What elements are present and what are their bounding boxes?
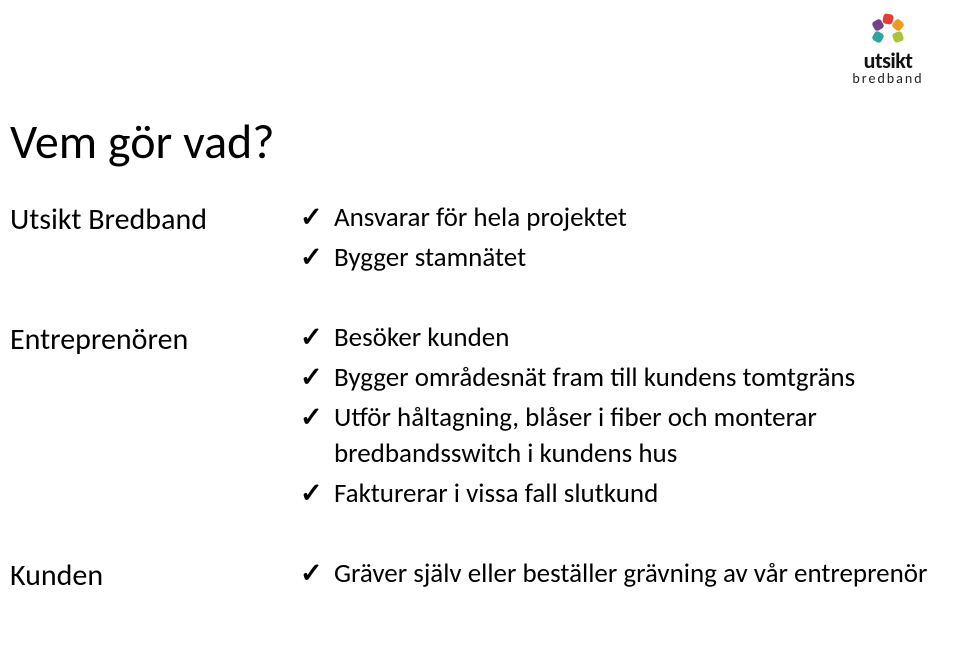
section-label: Utsikt Bredband [10, 200, 300, 240]
item-text: Bygger områdesnät fram till kundens tomt… [334, 360, 930, 396]
checkmark-icon: ✓ [300, 360, 334, 396]
section-items: ✓ Ansvarar för hela projektet ✓ Bygger s… [300, 200, 930, 280]
item-text: Gräver själv eller beställer grävning av… [334, 556, 930, 592]
item-text: Utför håltagning, blåser i fiber och mon… [334, 400, 930, 472]
section-items: ✓ Besöker kunden ✓ Bygger områdesnät fra… [300, 320, 930, 516]
logo-subtext: bredband [838, 70, 938, 87]
list-item: ✓ Bygger stamnätet [300, 240, 930, 276]
list-item: ✓ Besöker kunden [300, 320, 930, 356]
page-title: Vem gör vad? [10, 112, 275, 171]
list-item: ✓ Fakturerar i vissa fall slutkund [300, 476, 930, 512]
checkmark-icon: ✓ [300, 320, 334, 356]
item-text: Besöker kunden [334, 320, 930, 356]
checkmark-icon: ✓ [300, 400, 334, 436]
checkmark-icon: ✓ [300, 556, 334, 592]
item-text: Ansvarar för hela projektet [334, 200, 930, 236]
list-item: ✓ Ansvarar för hela projektet [300, 200, 930, 236]
checkmark-icon: ✓ [300, 476, 334, 512]
logo-wordmark: utsikt [838, 50, 938, 72]
section-row: Utsikt Bredband ✓ Ansvarar för hela proj… [10, 200, 930, 280]
slide: utsikt bredband Vem gör vad? Utsikt Bred… [0, 0, 960, 671]
item-text: Fakturerar i vissa fall slutkund [334, 476, 930, 512]
item-text: Bygger stamnätet [334, 240, 930, 276]
section-row: Kunden ✓ Gräver själv eller beställer gr… [10, 556, 930, 596]
section-label: Kunden [10, 556, 300, 596]
list-item: ✓ Bygger områdesnät fram till kundens to… [300, 360, 930, 396]
logo-flower-icon [871, 14, 905, 48]
section-label: Entreprenören [10, 320, 300, 360]
section-items: ✓ Gräver själv eller beställer grävning … [300, 556, 930, 596]
list-item: ✓ Utför håltagning, blåser i fiber och m… [300, 400, 930, 472]
checkmark-icon: ✓ [300, 240, 334, 276]
section-row: Entreprenören ✓ Besöker kunden ✓ Bygger … [10, 320, 930, 516]
checkmark-icon: ✓ [300, 200, 334, 236]
content-area: Utsikt Bredband ✓ Ansvarar för hela proj… [10, 200, 930, 636]
brand-logo: utsikt bredband [838, 14, 938, 87]
list-item: ✓ Gräver själv eller beställer grävning … [300, 556, 930, 592]
